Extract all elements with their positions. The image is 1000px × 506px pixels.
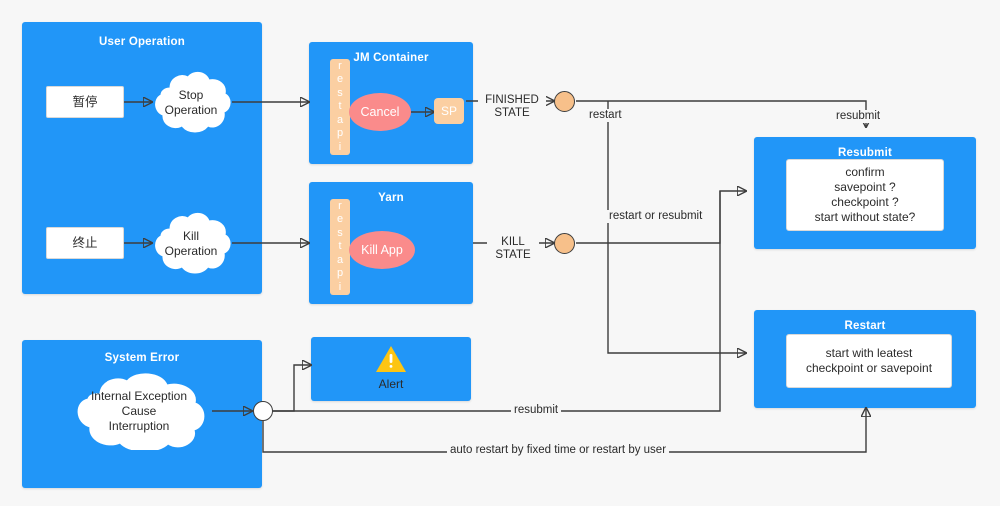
kill-app-ellipse[interactable]: Kill App — [349, 231, 415, 269]
stop-operation-label: Stop OperationStopOperation — [164, 88, 218, 117]
kill-app-label: Kill App — [361, 243, 403, 257]
edge-label-restart: restart — [586, 109, 625, 122]
edge-label-resubmit-top: resubmit — [833, 110, 884, 123]
edge-label-restart-or-resubmit: restart or resubmit — [606, 210, 706, 223]
finished-state-node — [554, 91, 575, 112]
diagram-canvas: User Operation 暂停 Stop OperationStopOper… — [0, 0, 1000, 506]
edge-label-kill-state: KILL STATE KILLSTATE — [487, 236, 539, 262]
restapi-bar-jm: restapi restapi — [330, 59, 350, 155]
edge-label-auto-restart: auto restart by fixed time or restart by… — [447, 444, 670, 457]
internal-exception-label: Internal Exception Cause InterruptionInt… — [90, 388, 188, 433]
internal-exception-cloud: Internal Exception Cause InterruptionInt… — [66, 372, 212, 450]
kill-operation-cloud: Kill OperationKillOperation — [148, 211, 234, 277]
system-error-node — [253, 401, 273, 421]
kill-state-node — [554, 233, 575, 254]
kill-operation-label: Kill OperationKillOperation — [164, 229, 218, 258]
cancel-label: Cancel — [360, 105, 400, 119]
edge-label-resubmit-bottom: resubmit — [511, 404, 562, 417]
cancel-ellipse[interactable]: Cancel — [349, 93, 411, 131]
restapi-bar-yarn: restapi restapi — [330, 199, 350, 295]
stop-operation-cloud: Stop OperationStopOperation — [148, 70, 234, 136]
edge-label-finished-state: FINISHED STATE FINISHEDSTATE — [478, 94, 546, 120]
savepoint-box: SP — [434, 98, 464, 124]
savepoint-label: SP — [440, 104, 457, 118]
